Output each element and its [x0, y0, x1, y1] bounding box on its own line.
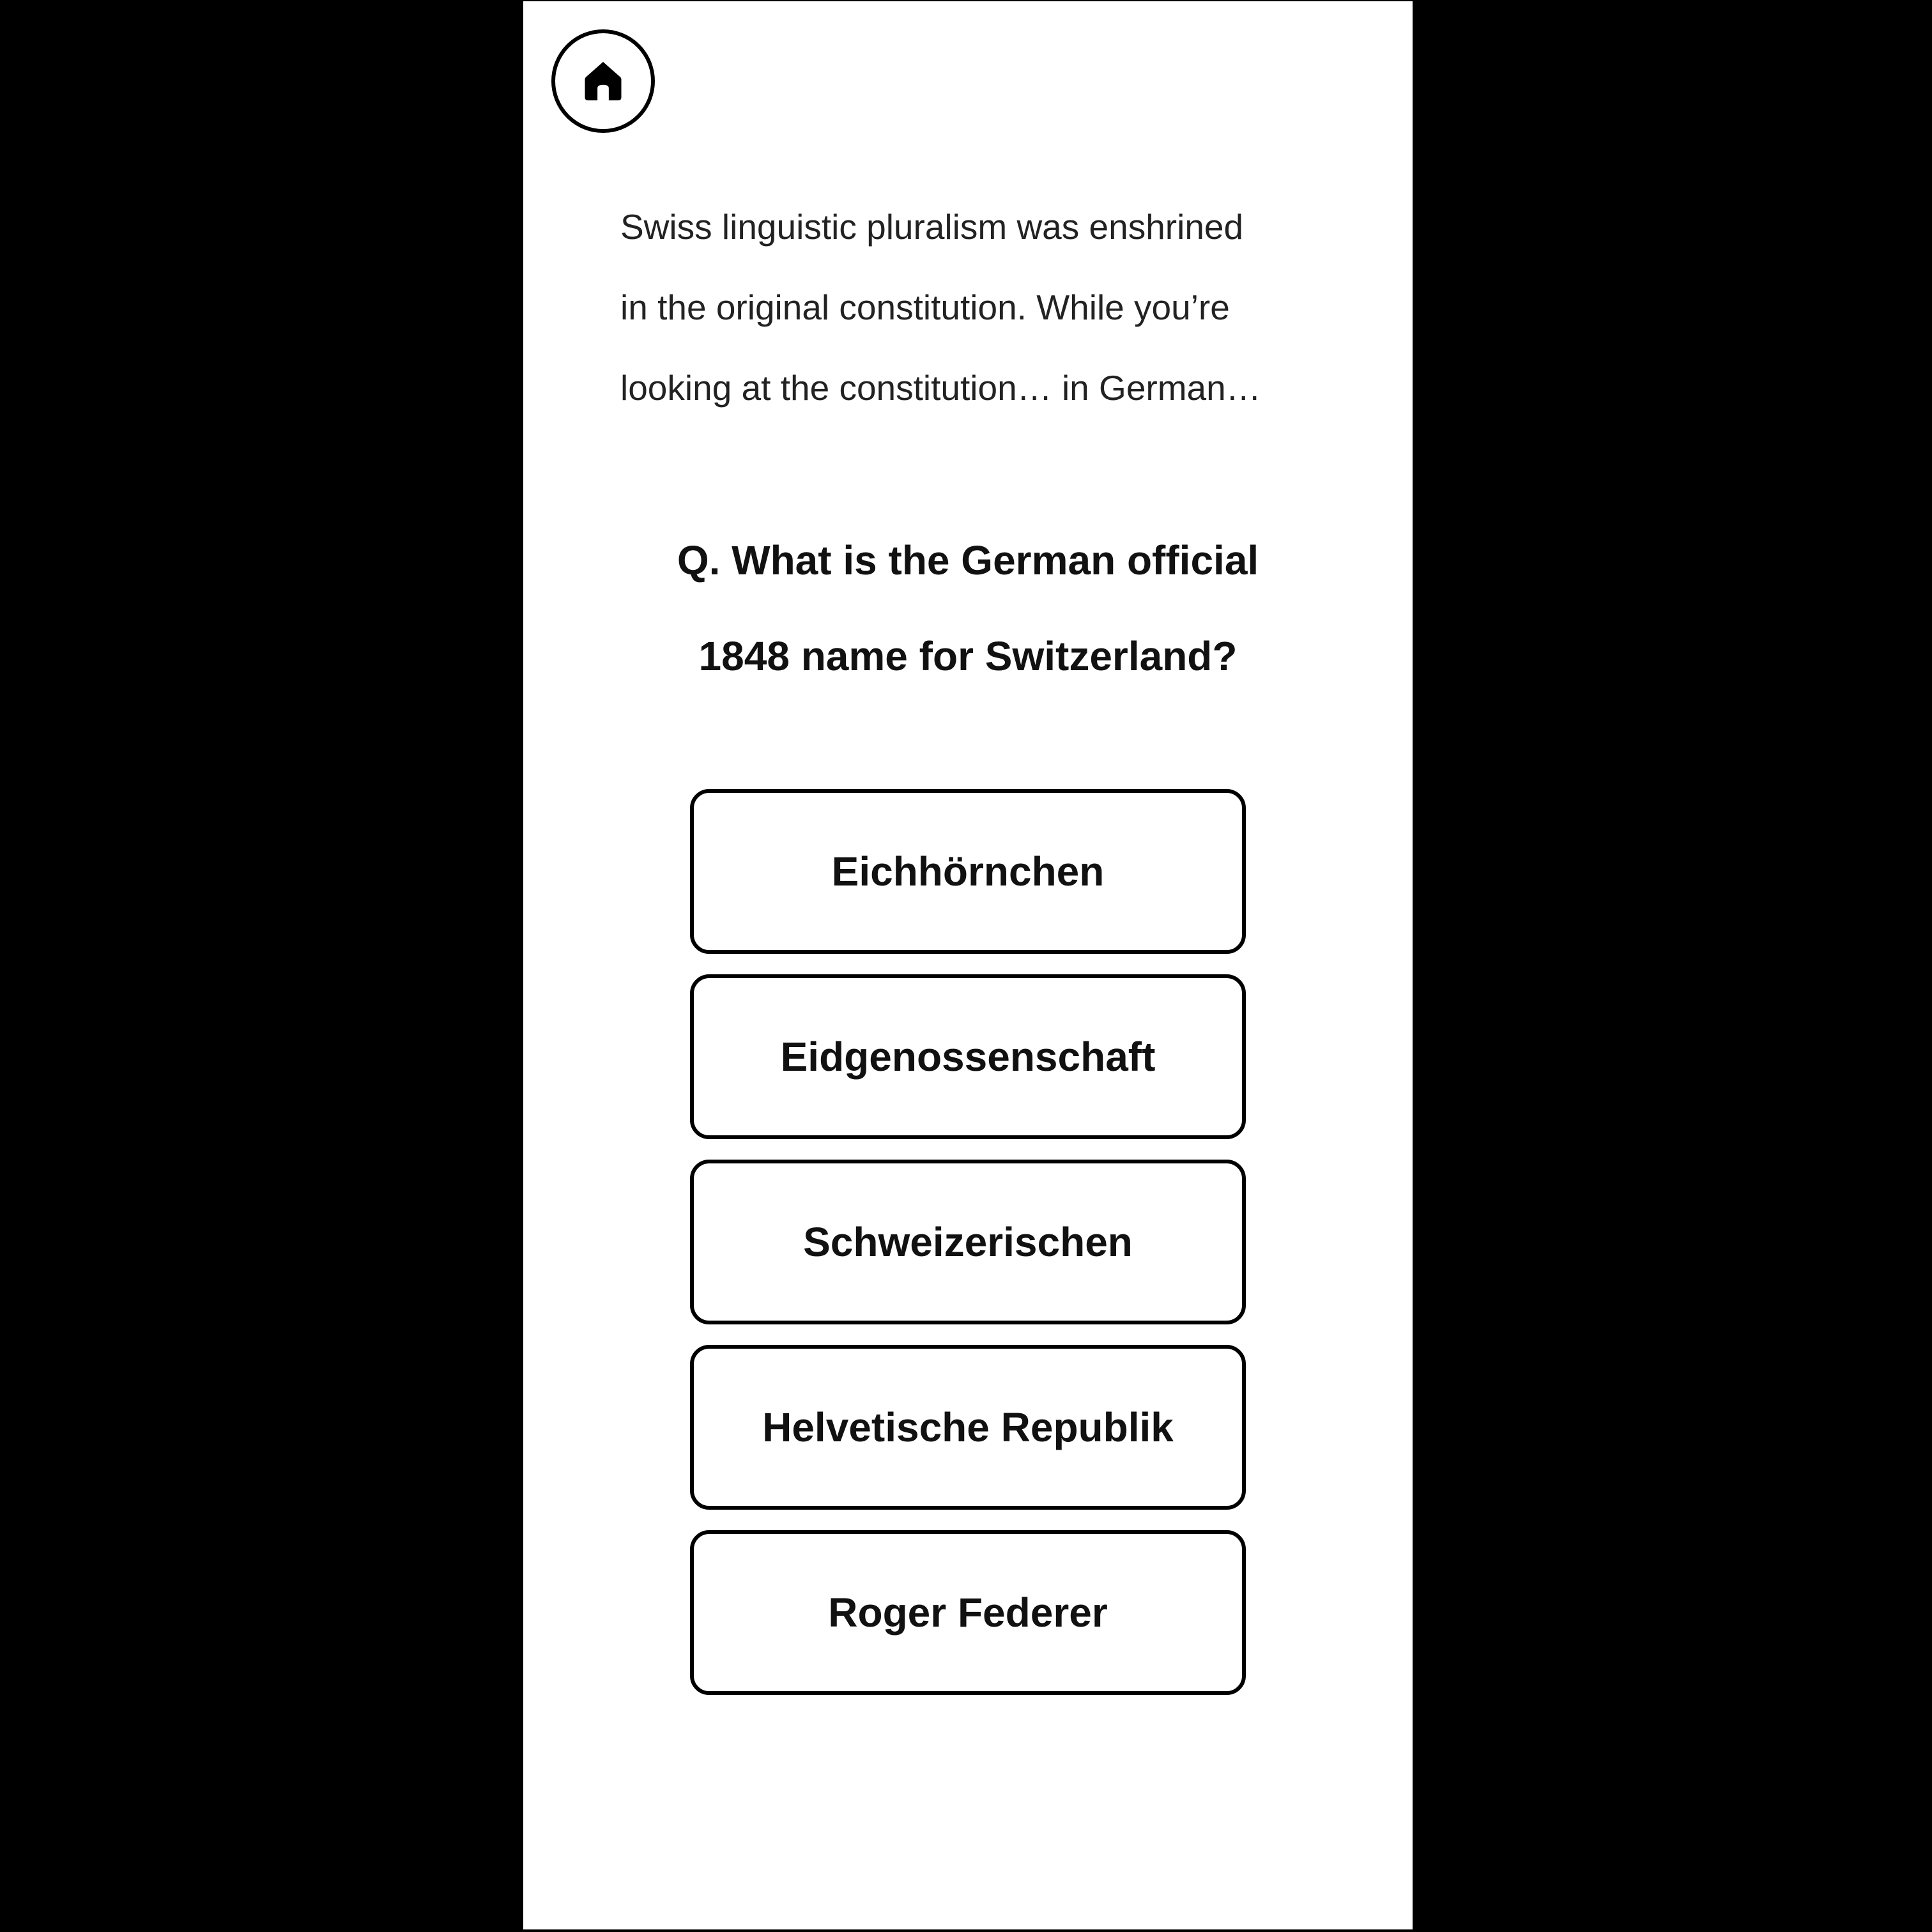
- intro-text: Swiss linguistic pluralism was enshrined…: [620, 187, 1317, 428]
- home-icon: [585, 61, 622, 101]
- intro-line: looking at the constitution… in German…: [620, 368, 1261, 408]
- home-button[interactable]: [551, 29, 655, 133]
- intro-line: in the original constitution. While you’…: [620, 288, 1230, 327]
- answer-button-eichhoernchen[interactable]: Eichhörnchen: [690, 789, 1246, 954]
- answer-button-eidgenossenschaft[interactable]: Eidgenossenschaft: [690, 974, 1246, 1139]
- answer-button-schweizerischen[interactable]: Schweizerischen: [690, 1160, 1246, 1324]
- question-text: Q. What is the German official 1848 name…: [587, 512, 1349, 704]
- answer-button-roger-federer[interactable]: Roger Federer: [690, 1530, 1246, 1695]
- intro-line: Swiss linguistic pluralism was enshrined: [620, 207, 1244, 247]
- question-line: Q. What is the German official: [677, 537, 1259, 583]
- app-screen: Swiss linguistic pluralism was enshrined…: [523, 1, 1413, 1929]
- answer-button-helvetische-republik[interactable]: Helvetische Republik: [690, 1345, 1246, 1510]
- answer-list: Eichhörnchen Eidgenossenschaft Schweizer…: [690, 789, 1246, 1715]
- question-line: 1848 name for Switzerland?: [698, 633, 1238, 679]
